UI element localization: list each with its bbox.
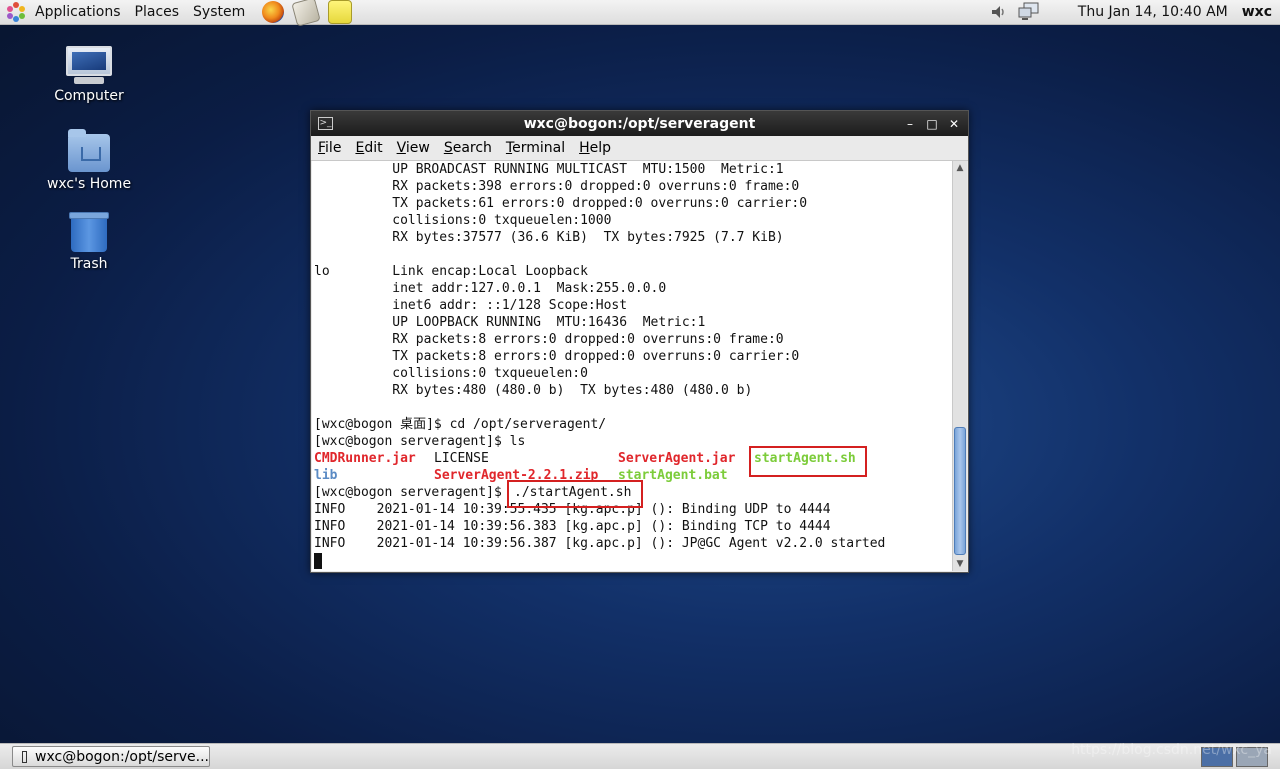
desktop-icon-home[interactable]: wxc's Home — [39, 129, 139, 192]
terminal-line: RX bytes:37577 (36.6 KiB) TX bytes:7925 … — [314, 230, 784, 245]
firefox-launcher-icon[interactable] — [262, 1, 285, 23]
terminal-line: [wxc@bogon 桌面]$ cd /opt/serveragent/ — [314, 417, 607, 432]
menu-applications[interactable]: Applications — [28, 0, 128, 24]
terminal-line: RX packets:8 errors:0 dropped:0 overruns… — [314, 332, 784, 347]
notes-launcher-icon[interactable] — [328, 0, 353, 24]
taskbar-label: wxc@bogon:/opt/serve... — [35, 748, 209, 765]
mail-launcher-icon[interactable] — [291, 0, 321, 27]
taskbar-terminal-button[interactable]: wxc@bogon:/opt/serve... — [12, 746, 210, 767]
ls-entry-license: LICENSE — [434, 451, 489, 466]
terminal-line: TX packets:8 errors:0 dropped:0 overruns… — [314, 349, 800, 364]
watermark: https://blog.csdn.net/wxc_ya — [1071, 742, 1272, 758]
terminal-line: RX packets:398 errors:0 dropped:0 overru… — [314, 179, 800, 194]
maximize-icon[interactable]: □ — [924, 116, 940, 132]
volume-icon[interactable] — [990, 3, 1008, 21]
window-titlebar[interactable]: >_ wxc@bogon:/opt/serveragent – □ ✕ — [311, 111, 968, 136]
terminal-output[interactable]: UP BROADCAST RUNNING MULTICAST MTU:1500 … — [312, 161, 952, 571]
terminal-line: [wxc@bogon serveragent]$ ls — [314, 434, 526, 449]
terminal-window: >_ wxc@bogon:/opt/serveragent – □ ✕ File… — [310, 110, 969, 573]
terminal-line: UP LOOPBACK RUNNING MTU:16436 Metric:1 — [314, 315, 706, 330]
terminal-icon — [22, 750, 28, 763]
terminal-prompt: [wxc@bogon serveragent]$ — [314, 485, 510, 500]
menu-search[interactable]: Search — [437, 140, 499, 156]
scroll-up-icon[interactable]: ▲ — [953, 161, 967, 175]
menu-places[interactable]: Places — [128, 0, 187, 24]
home-folder-icon — [68, 129, 110, 172]
menu-terminal[interactable]: Terminal — [499, 140, 572, 156]
gnome-foot-icon[interactable] — [6, 2, 26, 22]
terminal-line: collisions:0 txqueuelen:1000 — [314, 213, 612, 228]
scroll-thumb[interactable] — [954, 427, 966, 555]
user-name[interactable]: wxc — [1242, 4, 1272, 20]
desktop-icon-label: wxc's Home — [46, 176, 132, 192]
computer-icon — [66, 46, 112, 84]
ls-entry-lib: lib — [314, 468, 338, 483]
menu-system[interactable]: System — [186, 0, 252, 24]
menu-file[interactable]: File — [311, 140, 348, 156]
minimize-icon[interactable]: – — [902, 116, 918, 132]
vertical-scrollbar[interactable]: ▲ ▼ — [952, 161, 967, 571]
menu-help[interactable]: Help — [572, 140, 618, 156]
desktop-icon-trash[interactable]: Trash — [39, 212, 139, 272]
desktop-icon-label: Computer — [54, 88, 124, 104]
trash-icon — [69, 212, 109, 252]
terminal-cursor — [314, 553, 322, 569]
terminal-menubar: File Edit View Search Terminal Help — [311, 136, 968, 161]
terminal-line: inet6 addr: ::1/128 Scope:Host — [314, 298, 628, 313]
top-panel: Applications Places System Thu Jan 14, 1… — [0, 0, 1280, 27]
log-line: INFO 2021-01-14 10:39:56.387 [kg.apc.p] … — [314, 536, 886, 551]
terminal-line: lo Link encap:Local Loopback — [314, 264, 588, 279]
log-line: INFO 2021-01-14 10:39:56.383 [kg.apc.p] … — [314, 519, 831, 534]
terminal-line: inet addr:127.0.0.1 Mask:255.0.0.0 — [314, 281, 667, 296]
ls-entry-serveragent-jar: ServerAgent.jar — [618, 451, 736, 466]
network-icon[interactable] — [1018, 2, 1040, 22]
terminal-line: UP BROADCAST RUNNING MULTICAST MTU:1500 … — [314, 162, 784, 177]
highlight-box-command — [507, 480, 643, 508]
ls-entry-cmdrunner: CMDRunner.jar — [314, 451, 416, 466]
window-title: wxc@bogon:/opt/serveragent — [523, 115, 756, 132]
terminal-line: RX bytes:480 (480.0 b) TX bytes:480 (480… — [314, 383, 753, 398]
clock[interactable]: Thu Jan 14, 10:40 AM — [1078, 4, 1228, 20]
terminal-line: TX packets:61 errors:0 dropped:0 overrun… — [314, 196, 808, 211]
highlight-box-startagent — [749, 446, 867, 477]
desktop-icon-label: Trash — [70, 256, 108, 272]
terminal-line: collisions:0 txqueuelen:0 — [314, 366, 588, 381]
scroll-down-icon[interactable]: ▼ — [953, 557, 967, 571]
close-icon[interactable]: ✕ — [946, 116, 962, 132]
menu-edit[interactable]: Edit — [348, 140, 389, 156]
menu-view[interactable]: View — [390, 140, 437, 156]
desktop-icon-computer[interactable]: Computer — [39, 46, 139, 104]
